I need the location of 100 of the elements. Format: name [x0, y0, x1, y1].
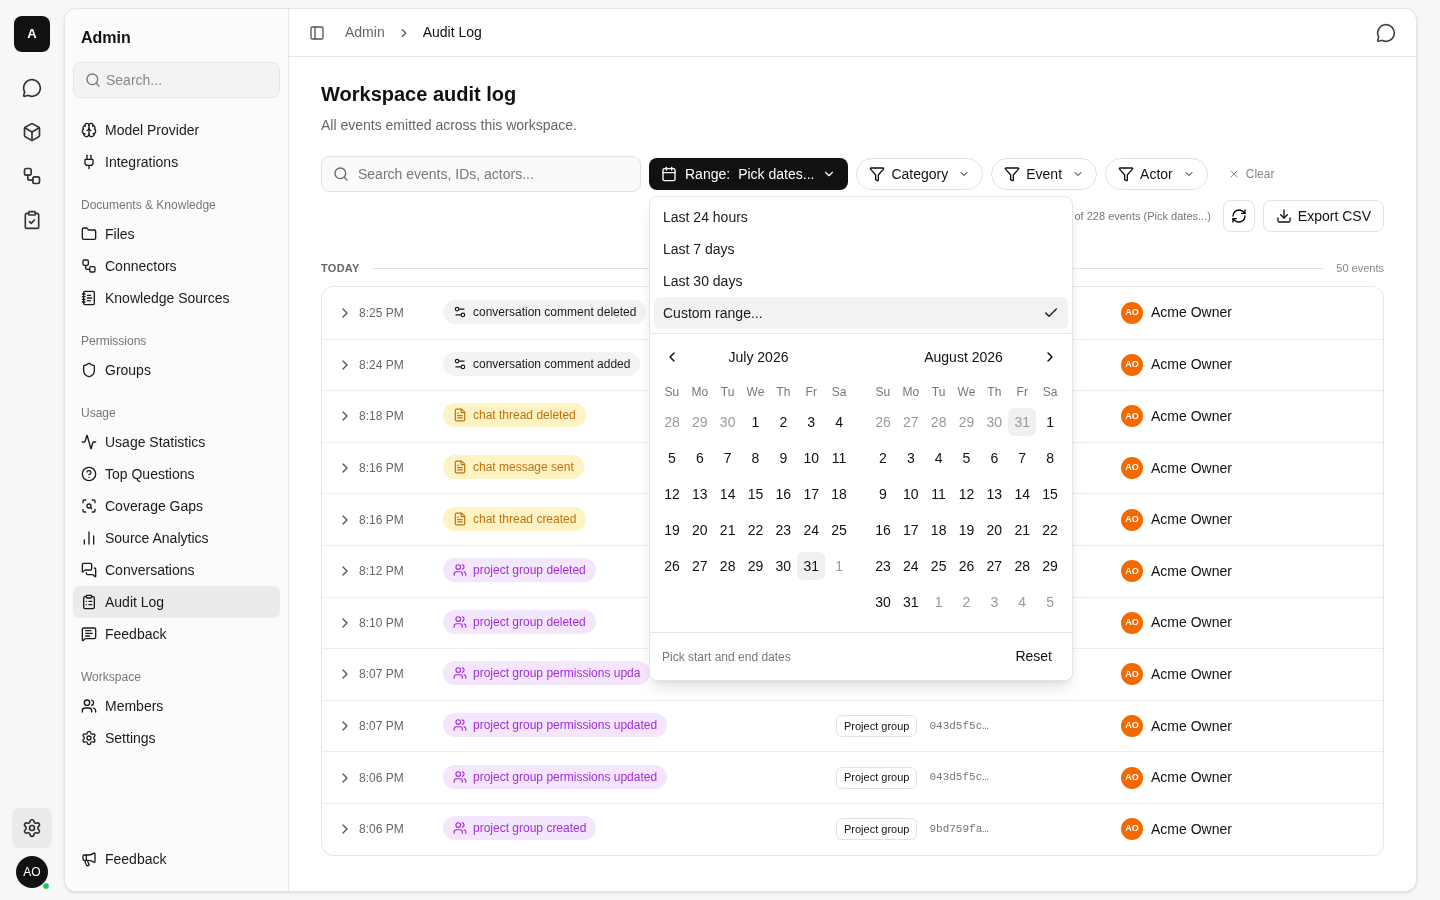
calendar-day[interactable]: 22	[1036, 516, 1064, 544]
sidebar-item[interactable]: Conversations	[73, 554, 280, 586]
calendar-day[interactable]: 12	[952, 480, 981, 508]
range-option[interactable]: Last 7 days	[654, 233, 1068, 265]
calendar-day[interactable]: 17	[896, 516, 925, 544]
calendar-day[interactable]: 2	[869, 444, 897, 472]
calendar-day[interactable]: 8	[741, 444, 770, 472]
range-option[interactable]: Custom range...	[654, 297, 1068, 329]
calendar-day[interactable]: 23	[769, 516, 798, 544]
sidebar-item[interactable]: Usage Statistics	[73, 426, 280, 458]
calendar-day[interactable]: 7	[1008, 444, 1037, 472]
settings-button[interactable]	[12, 808, 52, 848]
calendar-day[interactable]: 25	[924, 552, 953, 580]
calendar-day[interactable]: 15	[1036, 480, 1064, 508]
calendar-day[interactable]: 15	[741, 480, 770, 508]
sidebar-item[interactable]: Audit Log	[73, 586, 280, 618]
search-field[interactable]: Search events, IDs, actors...	[321, 156, 641, 192]
calendar-day[interactable]: 26	[952, 552, 981, 580]
calendar-day[interactable]: 26	[658, 552, 686, 580]
calendar-day[interactable]: 23	[869, 552, 897, 580]
calendar-day[interactable]: 29	[741, 552, 770, 580]
calendar-day[interactable]: 31	[896, 588, 925, 616]
calendar-day[interactable]: 13	[685, 480, 714, 508]
calendar-day[interactable]: 31	[797, 552, 826, 580]
calendar-day[interactable]: 24	[797, 516, 826, 544]
range-option[interactable]: Last 30 days	[654, 265, 1068, 297]
clear-button[interactable]: Clear	[1215, 165, 1287, 183]
calendar-day[interactable]: 9	[869, 480, 897, 508]
calendar-day[interactable]: 18	[825, 480, 853, 508]
calendar-day[interactable]: 28	[713, 552, 742, 580]
event-badge: conversation comment added	[443, 351, 641, 376]
calendar-day[interactable]: 14	[1008, 480, 1037, 508]
calendar-day[interactable]: 7	[713, 444, 742, 472]
calendar-day[interactable]: 30	[869, 588, 897, 616]
calendar-day[interactable]: 5	[658, 444, 686, 472]
calendar-day[interactable]: 5	[952, 444, 981, 472]
sidebar-toggle-icon[interactable]	[309, 24, 325, 41]
calendar-day[interactable]: 10	[797, 444, 826, 472]
user-avatar[interactable]: AO	[16, 856, 48, 888]
calendar-day[interactable]: 21	[713, 516, 742, 544]
calendar-day[interactable]: 11	[924, 480, 953, 508]
calendar-day[interactable]: 20	[685, 516, 714, 544]
calendar-day[interactable]: 1	[1036, 408, 1064, 436]
calendar-day[interactable]: 3	[797, 408, 826, 436]
sidebar-item[interactable]: Members	[73, 690, 280, 722]
calendar-day[interactable]: 30	[769, 552, 798, 580]
app-logo[interactable]: A	[14, 16, 50, 52]
calendar-day[interactable]: 24	[896, 552, 925, 580]
calendar-day[interactable]: 29	[1036, 552, 1064, 580]
calendar-day[interactable]: 2	[769, 408, 798, 436]
search-field[interactable]: Search...	[73, 62, 280, 98]
calendar-day[interactable]: 25	[825, 516, 853, 544]
export-button[interactable]: Export CSV	[1262, 200, 1384, 232]
sidebar-item[interactable]: Settings	[73, 722, 280, 754]
reset-button[interactable]: Reset	[1007, 640, 1060, 673]
refresh-button[interactable]	[1222, 200, 1255, 232]
sidebar-item[interactable]: Connectors	[73, 250, 280, 282]
calendar-day[interactable]: 4	[924, 444, 953, 472]
range-button[interactable]: Range: Pick dates...	[649, 158, 849, 190]
calendar-day[interactable]: 6	[980, 444, 1009, 472]
sidebar-item[interactable]: Model Provider	[73, 114, 280, 146]
calendar-day[interactable]: 11	[825, 444, 853, 472]
calendar-day[interactable]: 19	[658, 516, 686, 544]
calendar-day[interactable]: 27	[980, 552, 1009, 580]
weekday-label: Sa	[830, 384, 848, 401]
calendar-day[interactable]: 1	[741, 408, 770, 436]
calendar-day[interactable]: 22	[741, 516, 770, 544]
calendar-day[interactable]: 6	[685, 444, 714, 472]
calendar-day[interactable]: 3	[896, 444, 925, 472]
calendar-day[interactable]: 9	[769, 444, 798, 472]
breadcrumb-link[interactable]: Admin	[345, 22, 385, 43]
event-badge: project group created	[443, 816, 597, 841]
sidebar-item[interactable]: Feedback	[73, 618, 280, 650]
calendar-day[interactable]: 27	[685, 552, 714, 580]
sidebar-item[interactable]: Groups	[73, 354, 280, 386]
range-option[interactable]: Last 24 hours	[654, 201, 1068, 233]
sidebar-item[interactable]: Coverage Gaps	[73, 490, 280, 522]
actor-name: Acme Owner	[1151, 303, 1232, 323]
calendar-day[interactable]: 19	[952, 516, 981, 544]
sidebar-item[interactable]: Source Analytics	[73, 522, 280, 554]
calendar-day[interactable]: 28	[1008, 552, 1037, 580]
chat-icon[interactable]	[1376, 22, 1396, 43]
calendar-day[interactable]: 12	[658, 480, 686, 508]
calendar-day[interactable]: 17	[797, 480, 826, 508]
sidebar-item[interactable]: Files	[73, 218, 280, 250]
sidebar-item[interactable]: Knowledge Sources	[73, 282, 280, 314]
actor-avatar: AO	[1121, 818, 1143, 841]
sidebar-item[interactable]: Feedback	[73, 843, 280, 875]
calendar-day[interactable]: 16	[769, 480, 798, 508]
calendar-day[interactable]: 21	[1008, 516, 1037, 544]
calendar-day[interactable]: 14	[713, 480, 742, 508]
calendar-day[interactable]: 13	[980, 480, 1009, 508]
sidebar-item[interactable]: Top Questions	[73, 458, 280, 490]
calendar-day[interactable]: 16	[869, 516, 897, 544]
sidebar-item[interactable]: Integrations	[73, 146, 280, 178]
calendar-day[interactable]: 10	[896, 480, 925, 508]
calendar-day[interactable]: 18	[924, 516, 953, 544]
calendar-day[interactable]: 20	[980, 516, 1009, 544]
calendar-day[interactable]: 8	[1036, 444, 1064, 472]
calendar-day[interactable]: 4	[825, 408, 853, 436]
